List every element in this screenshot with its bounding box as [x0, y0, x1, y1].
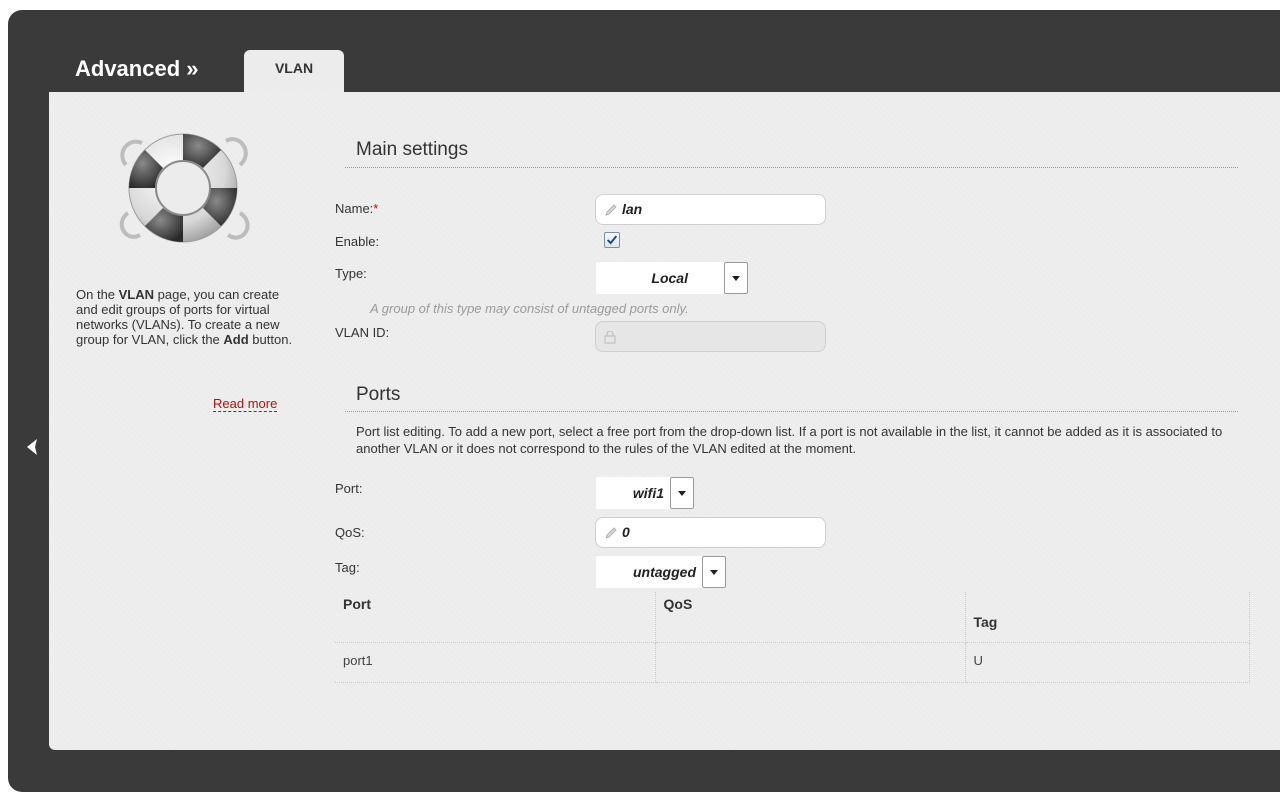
main-settings-title: Main settings — [356, 139, 468, 160]
type-hint: A group of this type may consist of unta… — [370, 301, 689, 316]
port-select[interactable]: wifi1 — [596, 477, 694, 509]
read-more-link[interactable]: Read more — [213, 396, 278, 412]
breadcrumb[interactable]: Advanced » — [75, 56, 199, 82]
lifebuoy-icon — [119, 133, 250, 243]
tab-vlan[interactable]: VLAN — [244, 50, 344, 93]
qos-field[interactable]: 0 — [595, 517, 826, 548]
name-field[interactable]: lan — [595, 194, 826, 225]
ports-description: Port list editing. To add a new port, se… — [356, 424, 1223, 456]
table-header-row: Port QoS Tag — [335, 592, 1250, 643]
column-header-qos[interactable]: QoS — [655, 592, 966, 643]
tag-value: untagged — [633, 564, 696, 580]
tag-label: Tag: — [335, 560, 360, 575]
port-value: wifi1 — [632, 485, 664, 501]
checkmark-icon — [606, 235, 618, 245]
tag-select[interactable]: untagged — [596, 556, 726, 588]
chevron-down-icon[interactable] — [670, 477, 694, 509]
tag-cell: U — [965, 642, 1250, 683]
column-header-port[interactable]: Port — [335, 592, 656, 643]
type-select[interactable]: Local — [596, 262, 748, 294]
name-value: lan — [622, 201, 643, 217]
pencil-icon — [605, 527, 617, 539]
port-cell: port1 — [335, 642, 656, 683]
enable-label: Enable: — [335, 234, 380, 249]
column-header-tag[interactable]: Tag — [965, 592, 1250, 643]
vlan-id-label: VLAN ID: — [335, 325, 390, 340]
qos-cell — [655, 642, 966, 683]
ports-divider — [345, 411, 1238, 412]
type-value: Local — [651, 270, 688, 286]
qos-label: QoS: — [335, 525, 365, 540]
table-row[interactable]: port1 U — [335, 642, 1250, 683]
vlan-id-field — [595, 321, 826, 352]
pencil-icon — [605, 204, 617, 216]
lock-icon — [604, 331, 616, 344]
back-arrow-icon[interactable] — [22, 436, 44, 458]
type-label: Type: — [335, 266, 367, 281]
port-label: Port: — [335, 481, 363, 496]
enable-checkbox[interactable] — [604, 232, 620, 248]
qos-value: 0 — [622, 524, 630, 540]
name-label: Name:* — [335, 201, 379, 216]
chevron-down-icon[interactable] — [702, 556, 726, 588]
ports-title: Ports — [356, 384, 401, 405]
help-text: On the VLAN page, you can create and edi… — [76, 287, 293, 347]
chevron-down-icon[interactable] — [724, 262, 748, 294]
ports-table: Port QoS Tag port1 U — [335, 592, 1250, 683]
main-settings-divider — [345, 167, 1238, 168]
